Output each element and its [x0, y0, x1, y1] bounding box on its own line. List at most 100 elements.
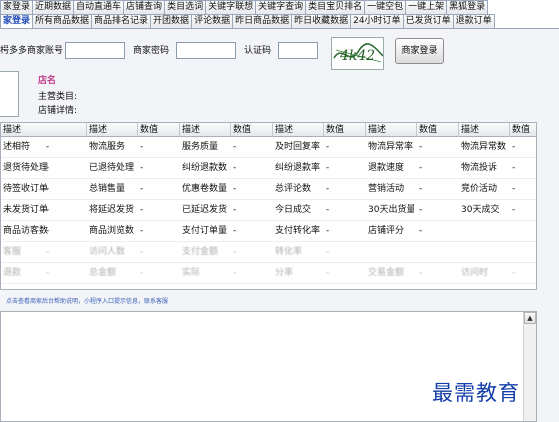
table-cell: 述相符: [3, 142, 31, 152]
table-cell: 营销活动: [368, 184, 405, 194]
tab-tabs_row2-8[interactable]: 已发货订单: [402, 14, 454, 28]
tab-tabs_row2-5[interactable]: 昨日商品数据: [232, 14, 293, 28]
table-cell: -: [46, 268, 50, 278]
tab-tabs_row1-6[interactable]: 关键字查询: [255, 0, 307, 14]
table-row[interactable]: 退款 - 总金额 - 实际 - 分率 - 交易金额 - 访问时 -: [1, 263, 536, 284]
table-cell: -: [326, 184, 330, 194]
table-cell: [417, 242, 465, 263]
table-cell: 退款: [3, 268, 22, 278]
textarea-scrollbar[interactable]: ▲: [523, 312, 536, 421]
table-cell: 支付转化率: [275, 226, 321, 236]
grid-header-cell[interactable]: 描述: [87, 123, 138, 137]
tab-tabs_row2-6[interactable]: 昨日收藏数据: [291, 14, 352, 28]
tab-tabs_row1-3[interactable]: 店铺查询: [123, 0, 166, 14]
table-cell: 优惠卷数量: [182, 184, 228, 194]
table-cell: -: [233, 268, 237, 278]
code-input[interactable]: [278, 42, 318, 59]
tab-tabs_row2-9[interactable]: 退款订单: [452, 14, 495, 28]
tab-tabs_row1-1[interactable]: 近期数据: [32, 0, 75, 14]
table-row[interactable]: 商品访客数 - 商品浏览数 - 支付订单量 - 支付转化率 - 店铺评分 -: [1, 221, 536, 242]
tab-tabs_row2-7[interactable]: 24小时订单: [350, 14, 404, 28]
tab-tabs_row1-9[interactable]: 一键上架: [405, 0, 448, 14]
table-cell: -: [419, 268, 423, 278]
table-cell: -: [326, 142, 330, 152]
table-cell: -: [140, 226, 144, 236]
table-cell: -: [326, 247, 330, 257]
table-cell: 访问时: [461, 268, 489, 278]
table-cell: 物流异常率: [368, 142, 414, 152]
grid-header-cell[interactable]: 数值: [231, 123, 273, 137]
table-cell: 已退待处理: [89, 163, 135, 173]
shop-category-label: 主营类目:: [38, 92, 78, 102]
table-cell: -: [512, 163, 516, 173]
tab-tabs_row1-5[interactable]: 关键字联想: [205, 0, 257, 14]
table-cell: 支付订单量: [182, 226, 228, 236]
tab-tabs_row2-2[interactable]: 商品排名记录: [91, 14, 152, 28]
table-cell: -: [46, 142, 50, 152]
table-row[interactable]: 退货待处理 - 已退待处理 - 纠纷退款数 - 纠纷退款率 - 退款速度 - 物流投诉 -: [1, 158, 536, 179]
table-cell: 总评论数: [275, 184, 312, 194]
help-link[interactable]: 点击查看商家后台帮助说明，小程序入口提示信息，联系客服: [0, 295, 537, 308]
table-cell: -: [419, 163, 423, 173]
table-cell: 商品浏览数: [89, 226, 135, 236]
table-cell: 客服: [3, 247, 22, 257]
table-cell: -: [326, 205, 330, 215]
tab-tabs_row1-10[interactable]: 黑狐登录: [446, 0, 489, 14]
table-cell: 30天成交: [461, 205, 500, 215]
account-label: 枵多多商家账号: [0, 46, 64, 56]
table-row[interactable]: 待签收订单 - 总销售量 - 优惠卷数量 - 总评论数 - 营销活动 - 竞价活动 -: [1, 179, 536, 200]
table-cell: 总销售量: [89, 184, 126, 194]
table-row[interactable]: 未发货订单 - 将延迟发货 - 已延迟发货 - 今日成交 -30天出货量 -30天成交 -: [1, 200, 536, 221]
tab-tabs_row1-2[interactable]: 自动直通车: [73, 0, 125, 14]
table-cell: -: [512, 205, 516, 215]
tab-bar-primary: 家登录 近期数据 自动直通车 店铺查询 类目选词 关键字联想 关键字查询 类目宝贝排名 一键空包…: [0, 0, 489, 14]
tab-bar-secondary: 家登录 所有商品数据 商品排名记录 开团数据 评论数据 昨日商品数据 昨日收藏数据 24小时订…: [0, 14, 495, 28]
table-cell: -: [46, 163, 50, 173]
table-row[interactable]: 客服 - 访问人数 - 支付金额 - 转化率 -: [1, 242, 536, 263]
grid-header: 描述 描述 数值 描述 数值 描述 数值 描述 数值 描述 数值: [1, 123, 536, 137]
grid-header-cell[interactable]: 数值: [138, 123, 180, 137]
tab-tabs_row2-3[interactable]: 开团数据: [150, 14, 193, 28]
tab-tabs_row1-8[interactable]: 一键空包: [364, 0, 407, 14]
tab-tabs_row2-4[interactable]: 评论数据: [191, 14, 234, 28]
table-row[interactable]: 述相符 - 物流服务 - 服务质量 - 及时回复率 - 物流异常率 - 物流异常数 -: [1, 137, 536, 158]
grid-header-cell[interactable]: 数值: [510, 123, 536, 137]
tab-tabs_row2-1[interactable]: 所有商品数据: [32, 14, 93, 28]
watermark: 最需教育: [432, 381, 520, 405]
merchant-login-button[interactable]: 商家登录: [395, 38, 444, 64]
grid-header-cell[interactable]: 描述: [1, 123, 87, 137]
table-cell: -: [140, 163, 144, 173]
shop-name-label: 店名: [38, 76, 57, 86]
table-cell: [366, 242, 414, 263]
grid-header-cell[interactable]: 描述: [273, 123, 324, 137]
table-cell: -: [46, 184, 50, 194]
tab-tabs_row1-4[interactable]: 类目选词: [164, 0, 207, 14]
grid-header-cell[interactable]: 数值: [324, 123, 366, 137]
password-input[interactable]: [176, 42, 236, 59]
table-cell: 已延迟发货: [182, 205, 228, 215]
tab-tabs_row1-0[interactable]: 家登录: [0, 0, 34, 14]
shop-details-label: 店铺详情:: [38, 106, 78, 116]
table-cell: -: [419, 142, 423, 152]
table-cell: -: [512, 268, 516, 278]
table-cell: 今日成交: [275, 205, 312, 215]
captcha-image[interactable]: 4k42: [331, 37, 384, 70]
scroll-up-icon[interactable]: ▲: [524, 312, 536, 324]
table-cell: -: [233, 163, 237, 173]
table-cell: -: [140, 268, 144, 278]
table-cell: -: [419, 205, 423, 215]
grid-header-cell[interactable]: 描述: [180, 123, 231, 137]
table-cell: 服务质量: [182, 142, 219, 152]
tab-tabs_row2-0[interactable]: 家登录: [0, 14, 34, 28]
table-cell: 支付金额: [182, 247, 219, 257]
tab-tabs_row1-7[interactable]: 类目宝贝排名: [305, 0, 366, 14]
grid-header-cell[interactable]: 数值: [417, 123, 459, 137]
table-cell: -: [233, 247, 237, 257]
table-cell: [510, 221, 536, 242]
grid-header-cell[interactable]: 描述: [366, 123, 417, 137]
account-input[interactable]: [65, 42, 125, 59]
table-cell: 及时回复率: [275, 142, 321, 152]
grid-header-cell[interactable]: 描述: [459, 123, 510, 137]
table-cell: -: [46, 205, 50, 215]
table-cell: -: [233, 226, 237, 236]
